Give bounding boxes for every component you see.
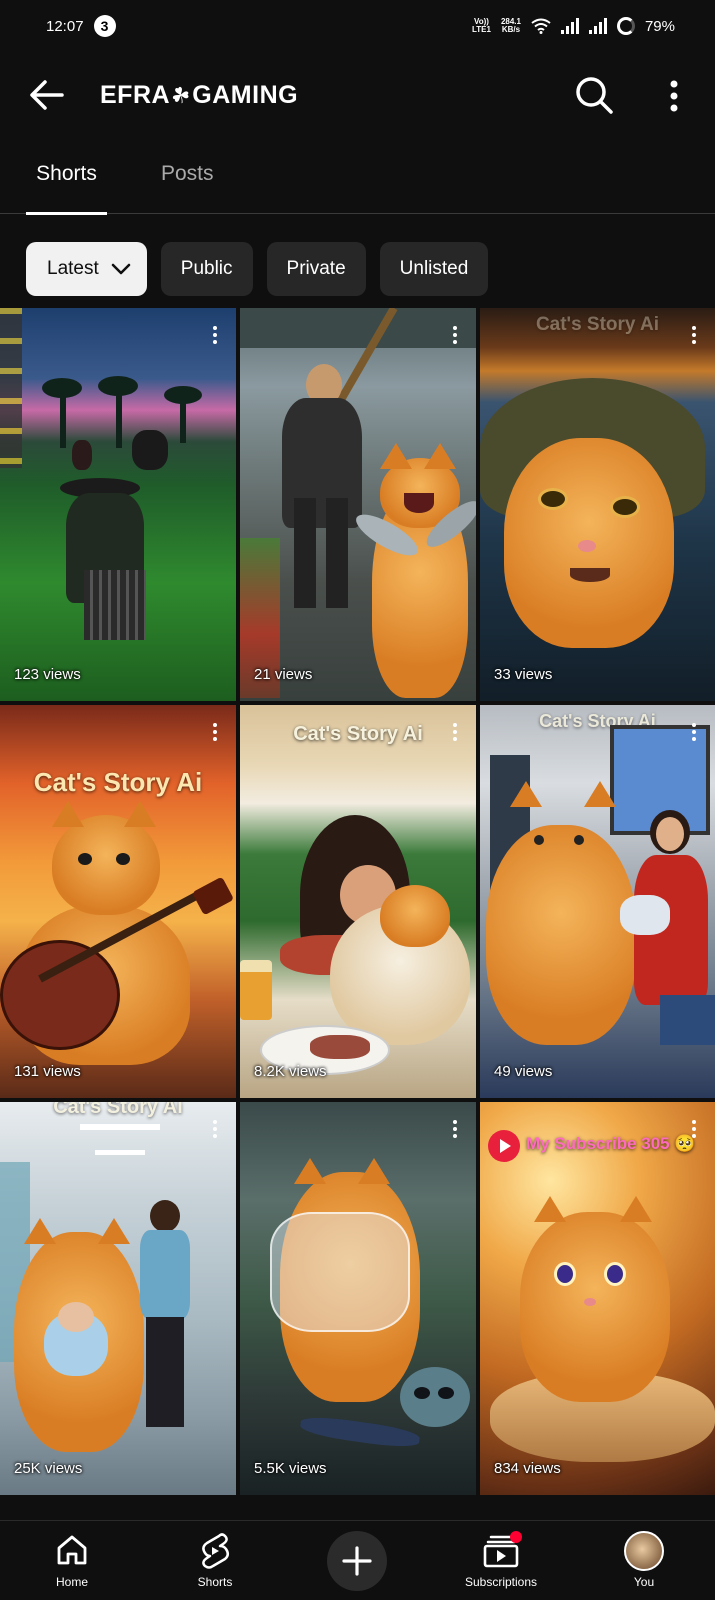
more-vert-icon[interactable] [689,326,699,348]
chip-latest[interactable]: Latest [26,242,147,296]
short-views: 8.2K views [254,1063,327,1080]
chip-unlisted[interactable]: Unlisted [379,242,489,296]
shorts-icon [202,1533,229,1569]
channel-tabs: Shorts Posts [0,150,715,215]
short-views: 123 views [14,666,81,683]
nav-home[interactable]: Home [22,1521,122,1600]
short-overlay-text: Cat's Story Ai [535,314,660,335]
channel-header: EFRA ☘ GAMING [0,64,715,126]
clock: 12:07 [46,17,84,35]
short-views: 834 views [494,1460,561,1477]
more-vert-icon[interactable] [450,1120,460,1142]
battery-percent: 79% [644,17,675,35]
more-vert-icon[interactable] [210,326,220,348]
more-vert-icon[interactable] [210,1120,220,1142]
more-vert-icon[interactable] [210,723,220,745]
short-thumbnail[interactable]: 123 views [0,308,236,701]
short-thumbnail[interactable]: My Subscribe 305 🥺 834 views [480,1102,715,1495]
signal-icon-sim1 [560,18,579,34]
short-overlay-text: Cat's Story Ai [293,723,423,745]
nav-shorts-label: Shorts [197,1575,233,1589]
signal-icon-sim2 [588,18,607,34]
channel-title-left: EFRA [100,81,171,109]
more-vert-icon[interactable] [689,1120,699,1142]
nav-you[interactable]: You [594,1521,694,1600]
short-overlay-text: Cat's Story Ai [33,767,203,797]
more-vert-icon[interactable] [689,723,699,745]
network-speed: 284.1 KB/s [501,18,521,34]
short-thumbnail[interactable]: 5.5K views [240,1102,476,1495]
status-bar: 12:07 3 Vo)) LTE1 284.1 KB/s 79% [0,0,715,52]
more-vert-icon[interactable] [450,723,460,745]
tab-posts[interactable]: Posts [161,162,214,214]
avatar [624,1531,664,1571]
search-icon[interactable] [574,75,614,115]
home-icon [57,1535,87,1565]
tab-shorts[interactable]: Shorts [26,162,107,215]
network-lte-label: LTE1 [471,25,491,34]
channel-title: EFRA ☘ GAMING [100,79,299,111]
short-thumbnail[interactable]: Cat's Story Ai 8.2K views [240,705,476,1098]
status-left: 12:07 3 [46,15,116,37]
more-vert-icon[interactable] [660,78,688,114]
network-type: Vo)) LTE1 [472,18,491,34]
short-views: 131 views [14,1063,81,1080]
bottom-navigation: Home Shorts Subscriptions You [0,1520,715,1600]
nav-home-label: Home [55,1575,88,1589]
create-button[interactable] [327,1531,387,1591]
short-views: 49 views [494,1063,553,1080]
more-vert-icon[interactable] [450,326,460,348]
short-thumbnail[interactable]: 21 views [240,308,476,701]
battery-icon [616,17,635,35]
back-arrow-icon[interactable] [28,78,66,112]
notification-count-badge: 3 [93,15,116,37]
short-overlay-text: My Subscribe 305 🥺 [526,1134,696,1154]
status-right: Vo)) LTE1 284.1 KB/s 79% [472,17,675,35]
short-views: 33 views [494,666,553,683]
short-thumbnail[interactable]: Cat's Story Ai 131 views [0,705,236,1098]
short-thumbnail[interactable]: Cat's Story Ai 49 views [480,705,715,1098]
leaf-logo-icon: ☘ [167,79,195,111]
shorts-grid: 123 views 21 views Cat's Story Ai 33 vie… [0,308,715,1495]
chip-private[interactable]: Private [266,242,366,296]
short-views: 5.5K views [254,1460,327,1477]
short-thumbnail[interactable]: Cat's Story Ai 33 views [480,308,715,701]
nav-you-label: You [633,1575,655,1589]
short-overlay-text: Cat's Story Ai [53,1102,183,1118]
wifi-icon [531,18,551,34]
nav-shorts[interactable]: Shorts [165,1521,265,1600]
short-thumbnail[interactable]: Cat's Story Ai 25K views [0,1102,236,1495]
filter-chips: Latest Public Private Unlisted [26,242,489,296]
network-speed-unit: KB/s [501,25,521,34]
channel-title-right: GAMING [192,81,299,109]
nav-subscriptions[interactable]: Subscriptions [451,1521,551,1600]
plus-icon [342,1546,372,1576]
short-views: 21 views [254,666,313,683]
chip-latest-label: Latest [47,258,99,279]
chip-public[interactable]: Public [160,242,253,296]
new-content-dot [510,1531,522,1543]
short-views: 25K views [14,1460,83,1477]
subscribe-overlay-label: My Subscribe 305 [526,1134,670,1153]
chevron-down-icon [111,263,131,275]
nav-subscriptions-label: Subscriptions [464,1575,538,1589]
